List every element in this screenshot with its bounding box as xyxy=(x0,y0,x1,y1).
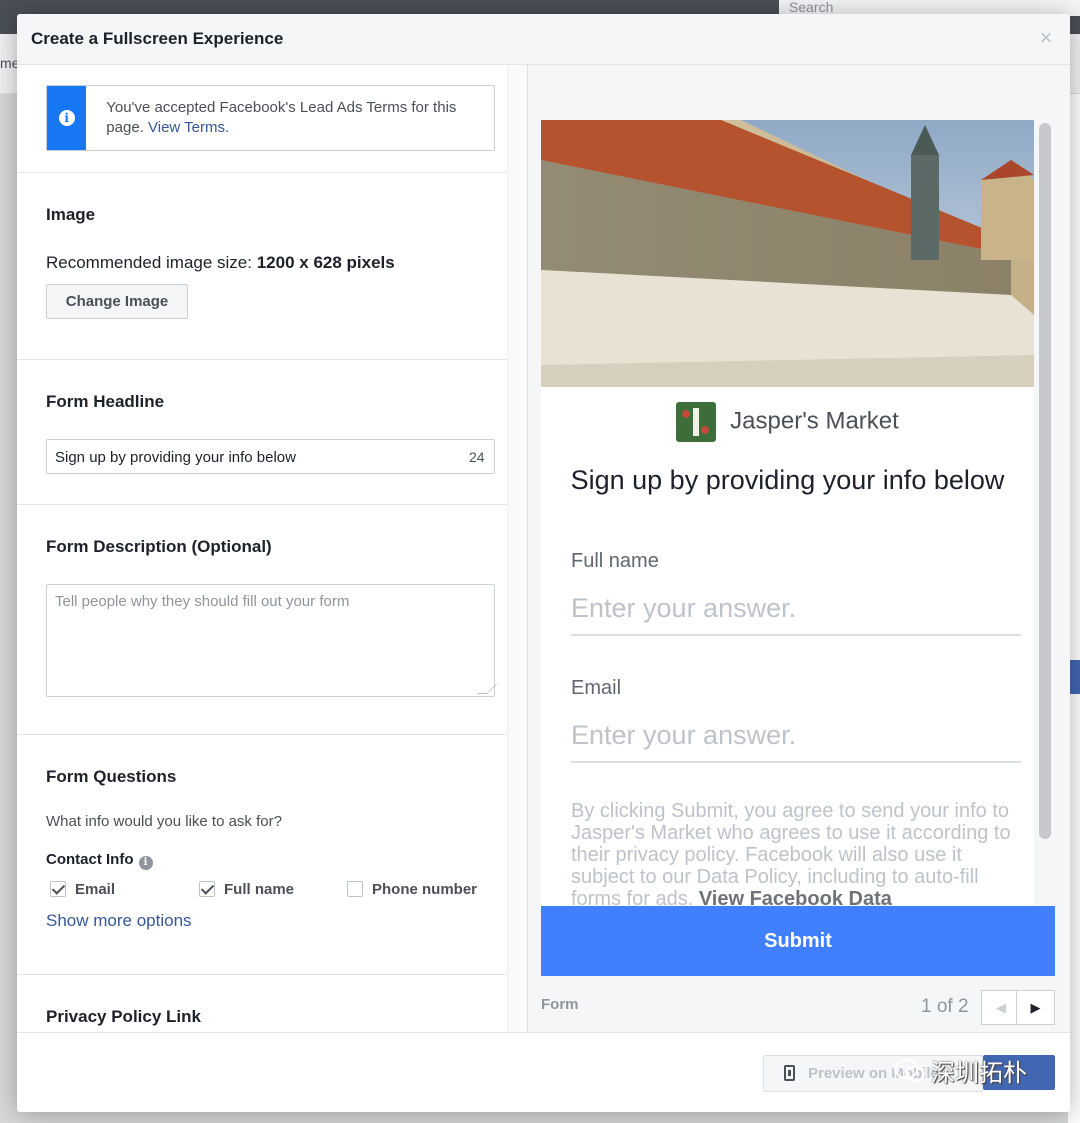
chevron-left-icon: ◀ xyxy=(996,1000,1006,1015)
description-section: Form Description (Optional) Tell people … xyxy=(17,505,507,735)
fullscreen-experience-dialog: Create a Fullscreen Experience × i You'v… xyxy=(17,14,1070,1112)
data-policy-link[interactable]: View Facebook Data xyxy=(699,888,892,906)
terms-notice: i You've accepted Facebook's Lead Ads Te… xyxy=(46,85,495,151)
preview-footer: Form 1 of 2 ◀ ▶ xyxy=(541,990,1055,1025)
chevron-right-icon: ▶ xyxy=(1030,1000,1041,1015)
headline-section-title: Form Headline xyxy=(46,392,165,411)
headline-char-count: 24 xyxy=(469,449,485,465)
terms-icon-area: i xyxy=(47,86,87,150)
questions-section: Form Questions What info would you like … xyxy=(17,735,507,975)
image-size-value: 1200 x 628 pixels xyxy=(256,253,395,272)
checkbox-full-name-label: Full name xyxy=(224,881,295,898)
dialog-footer: Preview on Mobile 深圳拓朴 xyxy=(17,1032,1070,1112)
terms-message: You've accepted Facebook's Lead Ads Term… xyxy=(86,86,494,150)
brand-logo xyxy=(676,402,717,442)
headline-section: Form Headline Sign up by providing your … xyxy=(17,360,507,505)
checkbox-full-name-box[interactable] xyxy=(199,881,215,897)
preview-card: Jasper's Market Sign up by providing you… xyxy=(541,120,1034,906)
image-section: Image Recommended image size: 1200 x 628… xyxy=(17,173,507,360)
page-counter: 1 of 2 xyxy=(921,996,969,1017)
terms-section: i You've accepted Facebook's Lead Ads Te… xyxy=(17,65,507,173)
description-textarea[interactable]: Tell people why they should fill out you… xyxy=(46,584,495,697)
view-terms-link[interactable]: View Terms. xyxy=(148,119,229,136)
brand-name: Jasper's Market xyxy=(730,407,899,435)
previous-page-button[interactable]: ◀ xyxy=(981,990,1020,1025)
preview-headline: Sign up by providing your info below xyxy=(570,465,1005,495)
preview-field-label-email: Email xyxy=(571,677,622,699)
info-icon: i xyxy=(58,110,75,126)
show-more-options-link[interactable]: Show more options xyxy=(46,911,192,931)
questions-subtitle: What info would you like to ask for? xyxy=(46,813,282,830)
background-blue-tab[interactable] xyxy=(1070,660,1080,694)
checkbox-email[interactable]: Email xyxy=(50,881,115,898)
image-size-prefix: Recommended image size: xyxy=(46,253,257,272)
consent-text: By clicking Submit, you agree to send yo… xyxy=(571,800,1011,906)
submit-button[interactable]: Submit xyxy=(541,906,1055,976)
image-section-title: Image xyxy=(46,205,96,224)
form-editor-panel: i You've accepted Facebook's Lead Ads Te… xyxy=(17,65,527,1032)
brand-row: Jasper's Market xyxy=(541,402,1034,442)
hero-image xyxy=(541,120,1034,387)
wechat-icon xyxy=(894,1058,925,1082)
dialog-title: Create a Fullscreen Experience xyxy=(31,29,284,48)
contact-info-text: Contact Info xyxy=(46,851,134,868)
checkbox-phone-number-box[interactable] xyxy=(347,881,363,897)
checkbox-full-name[interactable]: Full name xyxy=(199,881,294,898)
preview-field-label-full-name: Full name xyxy=(571,550,659,572)
preview-scrollbar[interactable] xyxy=(1039,123,1051,839)
image-size-hint: Recommended image size: 1200 x 628 pixel… xyxy=(46,253,395,273)
change-image-button[interactable]: Change Image xyxy=(46,284,188,319)
watermark: 深圳拓朴 xyxy=(893,1053,1027,1088)
preview-input-email[interactable]: Enter your answer. xyxy=(571,720,1021,763)
editor-scroll-track[interactable] xyxy=(507,65,527,1032)
headline-input[interactable]: Sign up by providing your info below xyxy=(46,439,495,474)
checkbox-email-box[interactable] xyxy=(50,881,66,897)
info-icon[interactable]: i xyxy=(138,856,153,870)
close-icon[interactable]: × xyxy=(1036,27,1056,49)
preview-screen-label: Form xyxy=(541,996,579,1013)
mobile-phone-icon xyxy=(784,1065,795,1081)
preview-input-full-name[interactable]: Enter your answer. xyxy=(571,593,1021,636)
checkbox-phone-number[interactable]: Phone number xyxy=(347,881,477,898)
next-page-button[interactable]: ▶ xyxy=(1016,990,1055,1025)
watermark-text: 深圳拓朴 xyxy=(931,1059,1027,1087)
contact-info-label: Contact Info i xyxy=(46,851,153,870)
checkbox-phone-number-label: Phone number xyxy=(372,881,478,898)
dialog-header: Create a Fullscreen Experience × xyxy=(17,14,1070,65)
privacy-section-title: Privacy Policy Link xyxy=(46,1007,201,1026)
form-preview-panel: Jasper's Market Sign up by providing you… xyxy=(527,65,1070,1032)
questions-section-title: Form Questions xyxy=(46,767,177,786)
checkbox-email-label: Email xyxy=(75,881,116,898)
description-section-title: Form Description (Optional) xyxy=(46,537,272,556)
